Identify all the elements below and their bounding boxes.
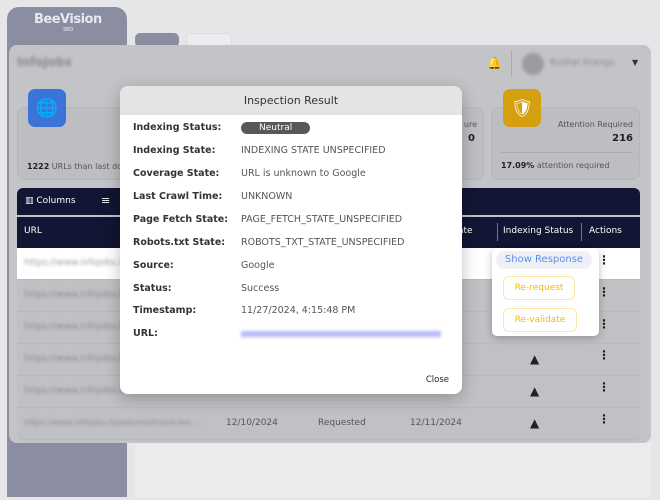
more-icon[interactable]: ⋮ bbox=[598, 317, 610, 331]
page-title: InfoJobs bbox=[17, 55, 72, 69]
close-button[interactable]: Close bbox=[426, 375, 449, 385]
more-icon[interactable]: ⋮ bbox=[598, 380, 610, 394]
actions-menu: Show Response Re-request Re-validate bbox=[492, 248, 599, 336]
warning-icon: ▲ bbox=[530, 384, 540, 398]
inspection-dialog: Inspection Result Indexing Status: Neutra… bbox=[120, 86, 462, 394]
warning-icon: ▲ bbox=[530, 352, 540, 366]
globe-icon: 🌐 bbox=[28, 89, 66, 127]
more-icon[interactable]: ⋮ bbox=[598, 412, 610, 426]
logo[interactable]: BeeVision SEO bbox=[34, 12, 102, 33]
divider bbox=[511, 50, 512, 76]
dialog-title: Inspection Result bbox=[120, 86, 462, 115]
user-name[interactable]: Kushal Arango bbox=[550, 58, 615, 68]
shield-card-icon: 🛡 bbox=[503, 89, 541, 127]
avatar[interactable] bbox=[522, 53, 544, 75]
table-row[interactable]: https://www.infojobs.it/palermo/brand-am… bbox=[17, 408, 640, 440]
status-badge: Neutral bbox=[241, 122, 311, 134]
chevron-down-icon[interactable]: ▼ bbox=[632, 58, 638, 67]
bell-icon[interactable]: 🔔 bbox=[487, 56, 502, 70]
more-icon[interactable]: ⋮ bbox=[598, 285, 610, 299]
re-request-button[interactable]: Re-request bbox=[503, 276, 575, 300]
more-icon[interactable]: ⋮ bbox=[598, 253, 610, 267]
show-response-button[interactable]: Show Response bbox=[496, 251, 592, 269]
filter-icon[interactable]: ≡ bbox=[101, 194, 110, 207]
columns-icon: ▥ bbox=[25, 196, 34, 206]
url-link[interactable] bbox=[241, 331, 441, 337]
warning-icon: ▲ bbox=[530, 416, 540, 430]
columns-button[interactable]: ▥ Columns bbox=[25, 196, 76, 206]
chart-area bbox=[135, 443, 651, 497]
more-icon[interactable]: ⋮ bbox=[598, 348, 610, 362]
re-validate-button[interactable]: Re-validate bbox=[503, 308, 577, 332]
